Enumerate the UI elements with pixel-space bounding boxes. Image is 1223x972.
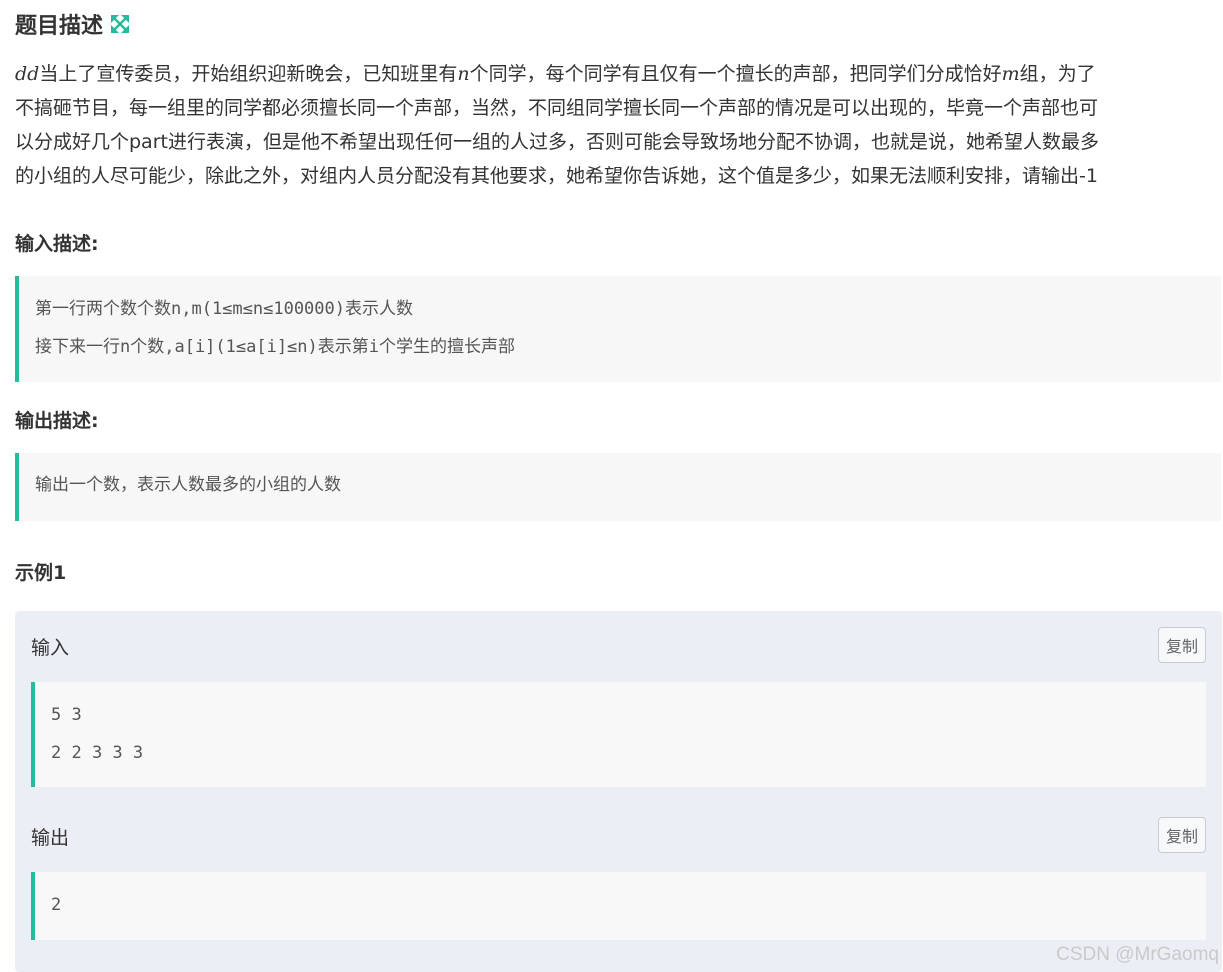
input-description-line: 接下来一行n个数,a[i](1≤a[i]≤n)表示第i个学生的擅长声部 [35, 337, 515, 357]
description-line: dd当上了宣传委员，开始组织迎新晚会，已知班里有n个同学，每个同学有且仅有一个擅… [15, 57, 1220, 91]
input-description-label: 输入描述: [15, 233, 99, 255]
copy-output-button[interactable]: 复制 [1158, 817, 1206, 853]
csdn-watermark: CSDN @MrGaomq [1056, 944, 1219, 965]
description-line: 以分成好几个part进行表演，但是他不希望出现任何一组的人过多，否则可能会导致场… [15, 125, 1220, 159]
output-description-line: 输出一个数，表示人数最多的小组的人数 [35, 475, 341, 495]
input-description-block: 第一行两个数个数n,m(1≤m≤n≤100000)表示人数 接下来一行n个数,a… [15, 276, 1221, 382]
input-description-line: 第一行两个数个数n,m(1≤m≤n≤100000)表示人数 [35, 299, 413, 319]
problem-description: dd当上了宣传委员，开始组织迎新晚会，已知班里有n个同学，每个同学有且仅有一个擅… [15, 57, 1220, 193]
code-line: 2 [51, 895, 62, 915]
description-line: 不搞砸节目，每一组里的同学都必须擅长同一个声部，当然，不同组同学擅长同一个声部的… [15, 91, 1220, 125]
description-text: 以分成好几个part进行表演，但是他不希望出现任何一组的人过多，否则可能会导致场… [15, 131, 1099, 153]
description-line: 的小组的人尽可能少，除此之外，对组内人员分配没有其他要求，她希望你告诉她，这个值… [15, 159, 1220, 193]
example-input-code[interactable]: 5 3 2 2 3 3 3 [31, 682, 1206, 787]
example-input-label: 输入 [31, 637, 70, 659]
description-text: 的小组的人尽可能少，除此之外，对组内人员分配没有其他要求，她希望你告诉她，这个值… [15, 165, 1098, 187]
example-box: 输入 复制 5 3 2 2 3 3 3 输出 复制 2 [15, 611, 1222, 972]
problem-title: 题目描述 [15, 14, 104, 39]
description-text: 不搞砸节目，每一组里的同学都必须擅长同一个声部，当然，不同组同学擅长同一个声部的… [15, 97, 1099, 119]
description-text: 个同学，每个同学有且仅有一个擅长的声部，把同学们分成恰好 [469, 63, 1002, 85]
example-title: 示例1 [15, 562, 67, 584]
title-row: 题目描述 [15, 8, 131, 40]
example-output-label: 输出 [31, 827, 70, 849]
output-description-block: 输出一个数，表示人数最多的小组的人数 [15, 453, 1221, 521]
description-text: 组，为了 [1019, 63, 1096, 85]
math-variable: dd [15, 63, 40, 85]
expand-arrows-icon[interactable] [109, 13, 131, 35]
math-variable: n [457, 63, 470, 85]
description-text: 当上了宣传委员，开始组织迎新晚会，已知班里有 [39, 63, 458, 85]
code-line: 2 2 3 3 3 [51, 743, 144, 763]
math-variable: m [1001, 63, 1020, 85]
example-output-code[interactable]: 2 [31, 872, 1206, 940]
copy-input-button[interactable]: 复制 [1158, 627, 1206, 663]
code-line: 5 3 [51, 705, 82, 725]
problem-page: 题目描述 dd当上了宣传委员，开始组织迎新晚会，已知班里有n个同学，每个同学有且… [0, 0, 1223, 972]
output-description-label: 输出描述: [15, 410, 99, 432]
